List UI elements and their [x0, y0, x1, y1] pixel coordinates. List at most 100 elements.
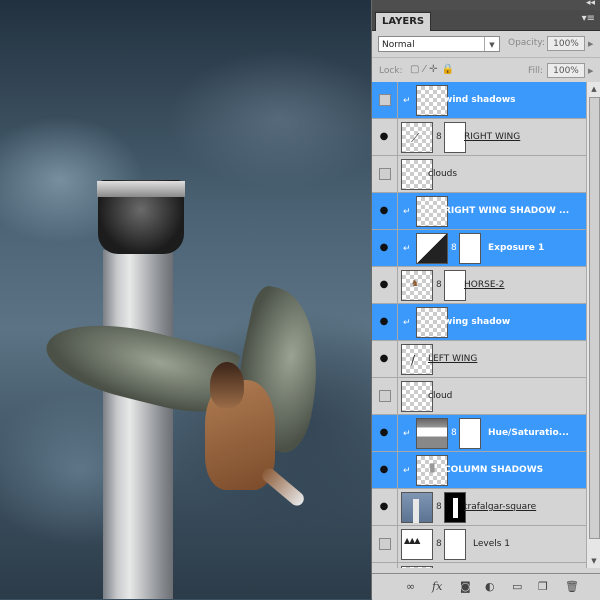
layer-row[interactable]: ● ↵ wing shadow	[372, 304, 586, 341]
eye-icon[interactable]: ●	[378, 501, 390, 513]
eye-icon[interactable]: ●	[378, 205, 390, 217]
collapse-icon[interactable]: ◂◂	[586, 0, 595, 8]
layer-row[interactable]: clouds	[372, 156, 586, 193]
layer-name[interactable]: Levels 1	[473, 526, 510, 562]
scroll-down-icon[interactable]: ▼	[587, 554, 600, 568]
layer-row[interactable]: ● ♞ 8 HORSE-2	[372, 267, 586, 304]
fill-label: Fill:	[528, 66, 544, 76]
link-icon: 8	[436, 539, 442, 549]
layer-name[interactable]: wind shadows	[444, 82, 516, 118]
photo-layer-thumbnail	[401, 492, 433, 523]
eye-icon[interactable]: ●	[378, 279, 390, 291]
visibility-cell[interactable]: ●	[372, 341, 398, 377]
layer-name[interactable]: clouds	[428, 156, 457, 192]
lock-icons[interactable]: ▢⁄✛🔒	[410, 64, 458, 75]
layer-name[interactable]: wing shadow	[444, 304, 510, 340]
new-layer-icon[interactable]: ❐	[538, 580, 548, 593]
visibility-cell[interactable]	[372, 378, 398, 414]
fill-spin-icon[interactable]: ▶	[588, 67, 593, 75]
fx-icon[interactable]: fx	[432, 580, 442, 593]
layer-row[interactable]: ● ⟋ 8 RIGHT WING	[372, 119, 586, 156]
link-icon: 8	[451, 428, 457, 438]
layer-name[interactable]: LEFT WING	[428, 341, 477, 377]
scroll-up-icon[interactable]: ▲	[587, 82, 600, 96]
visibility-cell[interactable]: ●	[372, 193, 398, 229]
visibility-cell[interactable]: ●	[372, 230, 398, 266]
visibility-off-icon[interactable]	[379, 390, 391, 402]
visibility-cell[interactable]: ●	[372, 119, 398, 155]
eye-icon[interactable]: ●	[378, 242, 390, 254]
layer-name[interactable]: RIGHT WING SHADOW ...	[444, 193, 569, 229]
visibility-cell[interactable]: ●	[372, 415, 398, 451]
layer-row[interactable]: ● ↵ RIGHT WING SHADOW ...	[372, 193, 586, 230]
eye-icon[interactable]: ●	[378, 353, 390, 365]
layers-scrollbar[interactable]: ▲ ▼	[586, 82, 600, 568]
visibility-cell[interactable]: ●	[372, 267, 398, 303]
column-abacus	[97, 181, 185, 197]
link-layers-icon[interactable]: ∞	[406, 580, 415, 593]
layer-row[interactable]: ● / LEFT WING	[372, 341, 586, 378]
visibility-cell[interactable]: ●	[372, 489, 398, 525]
new-group-icon[interactable]: ▭	[512, 580, 522, 593]
visibility-cell[interactable]	[372, 563, 398, 568]
scrollbar-thumb[interactable]	[589, 97, 600, 539]
layer-row[interactable]: ● 8 trafalgar-square	[372, 489, 586, 526]
lock-fill-row: Lock: ▢⁄✛🔒 Fill: 100% ▶	[372, 58, 600, 85]
visibility-cell[interactable]	[372, 82, 398, 118]
layer-mask-thumbnail[interactable]	[459, 418, 481, 449]
column-thumb-icon: ▮	[429, 460, 436, 474]
layer-row[interactable]: ● ↵ 8 Exposure 1	[372, 230, 586, 267]
eye-icon[interactable]: ●	[378, 427, 390, 439]
visibility-off-icon[interactable]	[379, 538, 391, 550]
layer-name[interactable]: COLUMN SHADOWS	[444, 452, 543, 488]
chevron-down-icon[interactable]: ▼	[484, 37, 499, 51]
visibility-off-icon[interactable]	[379, 168, 391, 180]
clip-arrow-icon: ↵	[403, 429, 411, 439]
layer-row[interactable]: ● ↵ ▮ COLUMN SHADOWS	[372, 452, 586, 489]
opacity-label: Opacity:	[508, 38, 545, 48]
visibility-cell[interactable]	[372, 156, 398, 192]
tab-layers[interactable]: LAYERS	[375, 12, 432, 31]
eye-icon[interactable]: ●	[378, 316, 390, 328]
layer-name[interactable]: cloud	[428, 378, 452, 414]
layer-mask-thumbnail[interactable]	[444, 492, 466, 523]
layer-mask-thumbnail[interactable]	[444, 122, 466, 153]
layer-row[interactable]: ● ↵ 8 Hue/Saturatio...	[372, 415, 586, 452]
layer-name[interactable]: trafalgar-square	[464, 489, 536, 525]
blend-mode-value: Normal	[382, 40, 415, 50]
layer-mask-thumbnail[interactable]	[459, 233, 481, 264]
layer-name[interactable]: Hue/Saturatio...	[488, 415, 569, 451]
link-icon: 8	[436, 132, 442, 142]
visibility-cell[interactable]	[372, 526, 398, 562]
opacity-input[interactable]: 100%	[547, 36, 585, 51]
layer-name[interactable]: HORSE-2	[464, 267, 504, 303]
layer-mask-thumbnail[interactable]	[444, 270, 466, 301]
new-adjustment-icon[interactable]: ◐	[485, 580, 495, 593]
horse-head-image	[210, 362, 244, 408]
layer-name[interactable]: RIGHT WING	[464, 119, 520, 155]
visibility-cell[interactable]: ●	[372, 452, 398, 488]
layer-mask-thumbnail[interactable]	[444, 529, 466, 560]
layer-name[interactable]: Exposure 1	[488, 230, 544, 266]
blend-mode-select[interactable]: Normal ▼	[378, 36, 500, 52]
eye-icon[interactable]: ●	[378, 464, 390, 476]
lock-label: Lock:	[379, 66, 403, 76]
layer-row[interactable]	[372, 563, 586, 568]
visibility-cell[interactable]: ●	[372, 304, 398, 340]
visibility-off-icon[interactable]	[379, 94, 391, 106]
panel-menu-icon[interactable]: ▾≡	[582, 13, 595, 24]
column-shaft	[103, 250, 173, 599]
link-icon: 8	[451, 243, 457, 253]
layer-thumbnail	[401, 566, 433, 568]
add-mask-icon[interactable]: ◙	[460, 580, 471, 593]
eye-icon[interactable]: ●	[378, 131, 390, 143]
fill-input[interactable]: 100%	[547, 63, 585, 78]
wing-thumb-icon: ⟋	[411, 131, 420, 145]
layer-row[interactable]: cloud	[372, 378, 586, 415]
layer-row[interactable]: 8 Levels 1	[372, 526, 586, 563]
layer-row[interactable]: ↵ wind shadows	[372, 82, 586, 119]
clip-arrow-icon: ↵	[403, 466, 411, 476]
opacity-spin-icon[interactable]: ▶	[588, 40, 593, 48]
document-canvas[interactable]	[0, 0, 371, 599]
trash-icon[interactable]: 🗑	[565, 580, 579, 593]
